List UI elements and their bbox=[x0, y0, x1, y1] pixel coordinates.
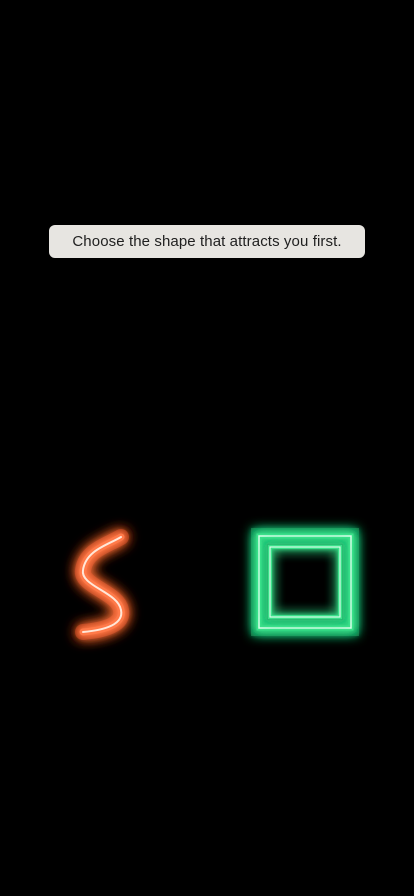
shape-option-s-curve[interactable] bbox=[60, 518, 150, 653]
neon-square-icon bbox=[251, 528, 359, 636]
shape-option-square[interactable] bbox=[245, 522, 365, 642]
neon-s-curve-icon bbox=[75, 529, 130, 640]
prompt-text: Choose the shape that attracts you first… bbox=[72, 233, 342, 250]
prompt-banner: Choose the shape that attracts you first… bbox=[49, 225, 365, 258]
